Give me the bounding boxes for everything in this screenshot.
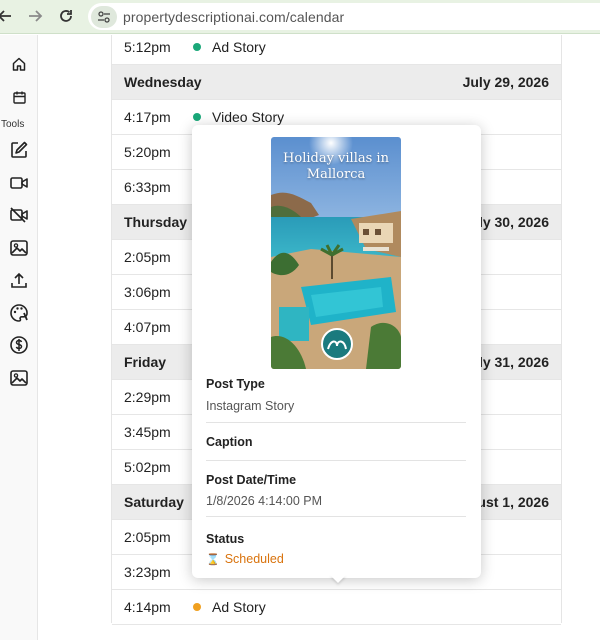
tools-label: Tools [1, 119, 25, 130]
arrow-left-icon[interactable] [0, 4, 17, 28]
sidebar: Tools [0, 35, 38, 640]
post-detail-popup: Holiday villas in Mallorca Post Type Ins… [192, 125, 481, 578]
image-icon[interactable] [8, 367, 30, 389]
post-type-value: Instagram Story [206, 399, 295, 413]
browser-toolbar: propertydescriptionai.com/calendar [0, 0, 600, 34]
event-status-dot [193, 43, 201, 51]
day-name: Thursday [124, 214, 188, 230]
palette-icon[interactable] [8, 302, 30, 324]
day-date: ly 30, 2026 [478, 214, 549, 230]
status-value: ⌛ Scheduled [206, 552, 284, 566]
upload-icon[interactable] [8, 270, 30, 292]
event-time: 2:05pm [124, 249, 171, 265]
event-name[interactable]: Video Story [212, 109, 284, 125]
divider [206, 516, 466, 517]
url-text: propertydescriptionai.com/calendar [123, 8, 345, 25]
image-icon[interactable] [8, 237, 30, 259]
dollar-icon[interactable] [8, 334, 30, 356]
post-image-title: Holiday villas in Mallorca [283, 151, 389, 182]
arrow-right-icon[interactable] [23, 4, 47, 28]
day-name: Wednesday [124, 74, 202, 90]
status-text: Scheduled [224, 552, 284, 566]
status-label: Status [206, 532, 245, 546]
event-time: 2:05pm [124, 529, 171, 545]
video-off-icon[interactable] [8, 204, 30, 226]
hourglass-icon: ⌛ [206, 553, 220, 566]
event-status-dot [193, 603, 201, 611]
popup-pointer [330, 575, 346, 583]
video-icon[interactable] [8, 172, 30, 194]
event-time: 4:07pm [124, 319, 171, 335]
day-date: ly 31, 2026 [478, 354, 549, 370]
event-time: 3:45pm [124, 424, 171, 440]
tune-icon[interactable] [91, 5, 117, 28]
divider [206, 422, 466, 423]
event-time: 5:12pm [124, 39, 171, 55]
calendar-icon[interactable] [8, 86, 30, 108]
post-datetime-value: 1/8/2026 4:14:00 PM [206, 494, 323, 508]
day-date: July 29, 2026 [462, 74, 549, 90]
post-type-label: Post Type [206, 377, 265, 391]
post-datetime-label: Post Date/Time [206, 473, 297, 487]
event-time: 5:20pm [124, 144, 171, 160]
address-bar[interactable]: propertydescriptionai.com/calendar [88, 3, 600, 30]
event-time: 4:17pm [124, 109, 171, 125]
event-time: 6:33pm [124, 179, 171, 195]
home-icon[interactable] [8, 53, 30, 75]
calendar-event-row[interactable]: 4:14pm Ad Story [112, 590, 561, 625]
reload-icon[interactable] [54, 4, 78, 28]
event-name[interactable]: Ad Story [212, 39, 266, 55]
divider [206, 460, 466, 461]
event-time: 2:29pm [124, 389, 171, 405]
caption-label: Caption [206, 435, 253, 449]
event-status-dot [193, 113, 201, 121]
event-time: 3:23pm [124, 564, 171, 580]
day-date: ust 1, 2026 [477, 494, 549, 510]
event-name[interactable]: Ad Story [212, 599, 266, 615]
event-time: 5:02pm [124, 459, 171, 475]
day-name: Saturday [124, 494, 184, 510]
event-time: 4:14pm [124, 599, 171, 615]
day-header: Wednesday July 29, 2026 [112, 65, 561, 100]
edit-icon[interactable] [8, 139, 30, 161]
day-name: Friday [124, 354, 167, 370]
event-time: 3:06pm [124, 284, 171, 300]
calendar-event-row[interactable]: 5:12pm Ad Story [112, 30, 561, 65]
post-preview-image[interactable]: Holiday villas in Mallorca [271, 137, 401, 369]
